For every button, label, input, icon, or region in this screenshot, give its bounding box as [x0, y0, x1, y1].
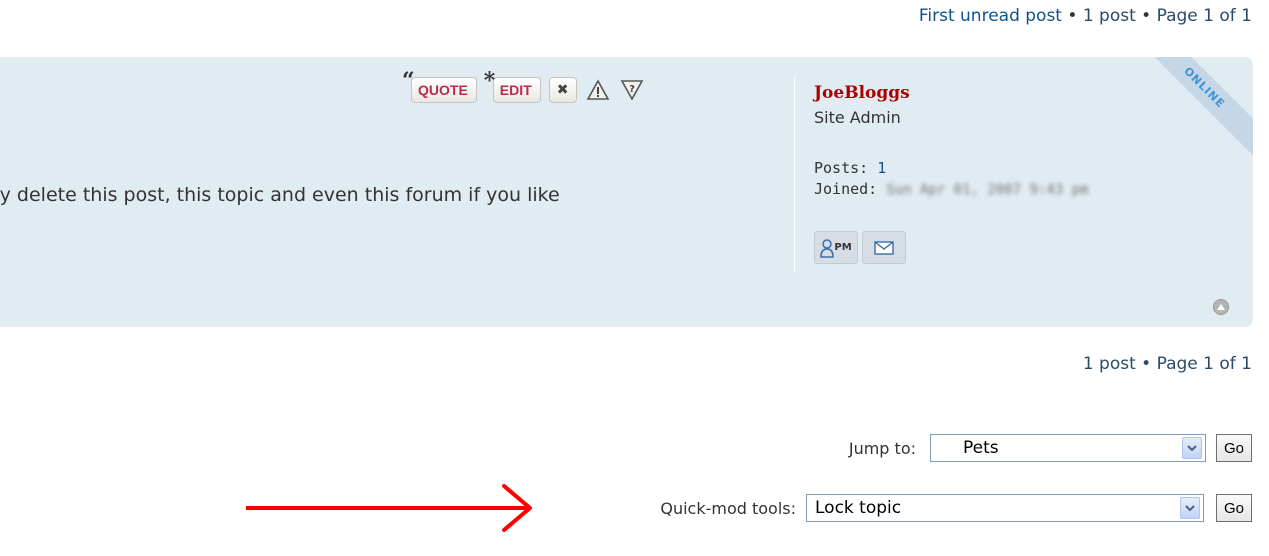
post-buttons: “ QUOTE * EDIT ✖ ?: [402, 68, 645, 103]
quick-mod-select[interactable]: Lock topic: [806, 494, 1204, 522]
page-indicator: Page 1 of 1: [1156, 354, 1252, 374]
first-unread-link[interactable]: First unread post: [919, 6, 1062, 26]
user-rank: Site Admin: [814, 108, 901, 127]
quick-mod-go-button[interactable]: Go: [1216, 494, 1252, 522]
post-text: ay delete this post, this topic and even…: [0, 184, 560, 206]
post-content: ay delete this post, this topic and even…: [0, 184, 780, 206]
page-indicator: Page 1 of 1: [1156, 6, 1252, 26]
separator: •: [1141, 6, 1152, 26]
separator: •: [1067, 6, 1078, 26]
joined-date: Sun Apr 01, 2007 9:43 pm: [886, 182, 1089, 198]
contact-icons: PM: [814, 231, 906, 264]
chevron-down-icon: [1182, 437, 1202, 459]
back-to-top-button[interactable]: [1213, 299, 1229, 315]
jump-to-selected: Pets: [963, 438, 999, 458]
info-button[interactable]: ?: [619, 77, 645, 103]
edit-label: EDIT: [499, 82, 532, 98]
username-link[interactable]: JoeBloggs: [814, 83, 910, 103]
report-icon: [586, 79, 610, 100]
quote-label: QUOTE: [418, 82, 468, 98]
top-pagination: First unread post • 1 post • Page 1 of 1: [919, 6, 1252, 26]
jump-to-select[interactable]: Pets: [930, 434, 1206, 462]
joined-label: Joined:: [814, 180, 878, 198]
post: “ QUOTE * EDIT ✖ ? ay delete this post, …: [0, 57, 1253, 327]
post-count: 1 post: [1082, 354, 1136, 374]
joined-row: Joined: Sun Apr 01, 2007 9:43 pm: [814, 180, 1089, 198]
posts-row: Posts: 1: [814, 159, 886, 177]
pm-label: PM: [834, 242, 852, 253]
report-button[interactable]: [585, 77, 611, 103]
arrow-up-icon: [1217, 304, 1225, 310]
user-icon: [820, 238, 835, 258]
annotation-arrow-icon: [246, 484, 532, 532]
bottom-pagination: 1 post • Page 1 of 1: [1083, 354, 1252, 374]
post-profile: JoeBloggs Site Admin Posts: 1 Joined: Su…: [794, 77, 1235, 273]
info-icon: ?: [620, 80, 644, 101]
quick-mod-form: Quick-mod tools: Lock topic Go: [660, 494, 1252, 522]
edit-icon: *: [483, 68, 496, 94]
pm-button[interactable]: PM: [814, 231, 858, 264]
separator: •: [1141, 354, 1152, 374]
posts-label: Posts:: [814, 159, 869, 177]
posts-count-link[interactable]: 1: [877, 159, 886, 177]
delete-button[interactable]: ✖: [548, 77, 577, 103]
quick-mod-label: Quick-mod tools:: [660, 498, 796, 518]
quote-button[interactable]: “ QUOTE: [402, 68, 477, 103]
envelope-icon: [874, 240, 894, 255]
jump-to-label: Jump to:: [848, 438, 916, 458]
email-button[interactable]: [862, 231, 906, 264]
jump-to-form: Jump to: Pets Go: [849, 434, 1252, 462]
post-count: 1 post: [1082, 6, 1136, 26]
chevron-down-icon: [1180, 497, 1200, 519]
delete-icon: ✖: [556, 82, 569, 98]
edit-button[interactable]: * EDIT: [484, 68, 541, 103]
quote-icon: “: [402, 68, 415, 94]
jump-to-go-button[interactable]: Go: [1216, 434, 1252, 462]
quick-mod-selected: Lock topic: [815, 498, 902, 518]
svg-text:?: ?: [629, 84, 635, 95]
